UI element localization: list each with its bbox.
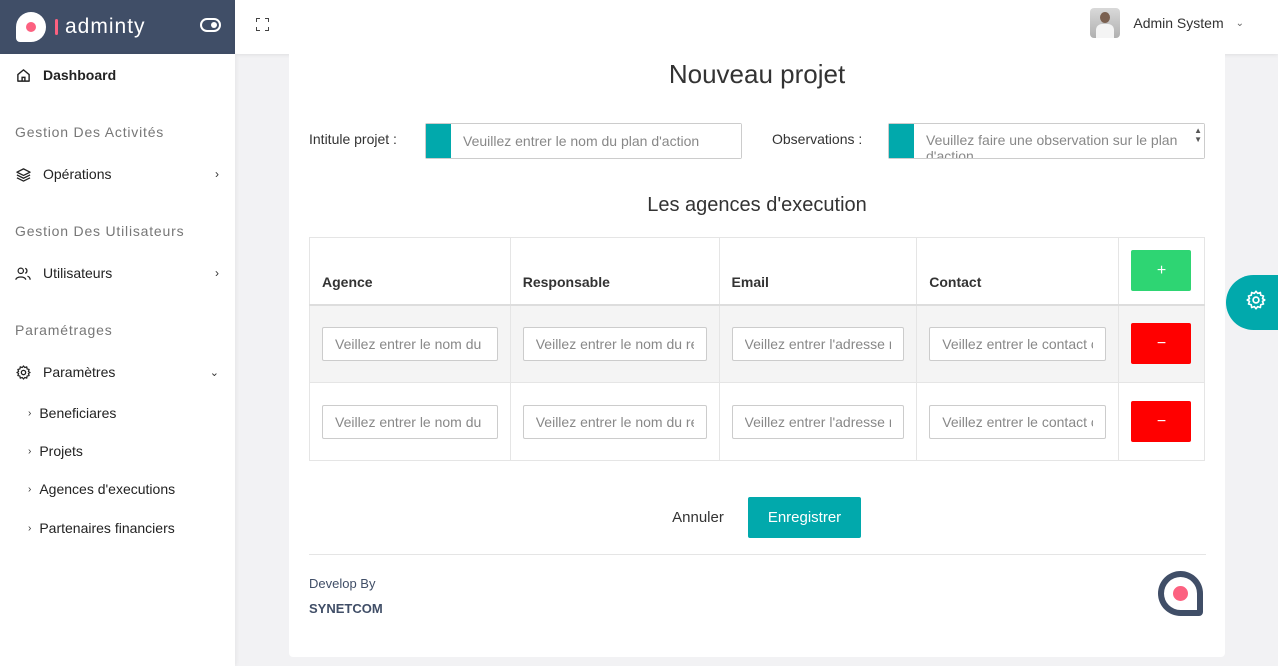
add-row-button[interactable]: + — [1131, 250, 1192, 292]
intitule-input-group — [425, 123, 742, 159]
brand-divider — [55, 19, 58, 35]
table-header-row: Agence Responsable Email Contact + — [309, 237, 1206, 305]
chevron-right-icon: › — [215, 266, 219, 280]
responsable-input[interactable] — [522, 326, 707, 361]
users-icon — [15, 265, 31, 281]
sidebar-item-label: Dashboard — [43, 67, 117, 83]
intitule-input[interactable] — [451, 124, 741, 158]
page-title: Nouveau projet — [668, 59, 846, 89]
chevron-right-icon: › — [28, 407, 32, 419]
avatar — [1090, 8, 1121, 38]
sidebar-item-dashboard[interactable]: Dashboard — [15, 67, 225, 83]
contact-input[interactable] — [929, 326, 1106, 361]
responsable-input[interactable] — [522, 404, 707, 439]
observations-textarea[interactable] — [914, 124, 1204, 158]
remove-row-button[interactable]: − — [1131, 323, 1192, 365]
gear-icon — [15, 364, 31, 380]
agencies-section-title: Les agences d'execution — [647, 194, 867, 216]
column-header-responsable: Responsable — [509, 237, 720, 305]
fullscreen-icon[interactable] — [256, 18, 269, 31]
sidebar-item-operations[interactable]: Opérations › — [15, 166, 225, 182]
brand-logo-icon — [16, 12, 46, 42]
remove-row-button[interactable]: − — [1131, 401, 1192, 442]
top-header: Admin System ⌄ — [235, 0, 1278, 54]
layers-icon — [15, 166, 31, 182]
user-menu[interactable]: Admin System ⌄ — [1090, 8, 1244, 38]
sidebar-subitem-label: Beneficiares — [39, 405, 117, 421]
home-icon — [15, 67, 31, 83]
agence-input[interactable] — [322, 404, 498, 439]
develop-by-label: Develop By — [309, 576, 376, 591]
gear-icon — [1246, 290, 1266, 315]
chevron-right-icon: › — [28, 522, 32, 534]
input-addon — [889, 124, 914, 158]
observations-label: Observations : — [772, 131, 863, 147]
cancel-button[interactable]: Annuler — [661, 497, 735, 538]
sidebar-toggle-icon[interactable] — [200, 18, 221, 32]
settings-fab[interactable] — [1226, 275, 1278, 330]
save-button[interactable]: Enregistrer — [748, 497, 861, 538]
sidebar-item-settings[interactable]: Paramètres ⌄ — [15, 364, 225, 380]
sidebar-subitem-beneficiares[interactable]: › Beneficiares — [28, 405, 116, 421]
sidebar-subitem-partenaires[interactable]: › Partenaires financiers — [28, 520, 175, 536]
footer-logo-icon — [1158, 571, 1203, 616]
table-row: − — [309, 382, 1206, 461]
sidebar: Dashboard Gestion Des Activités Opératio… — [0, 54, 235, 666]
observations-input-group: ▲▼ — [888, 123, 1205, 159]
agencies-table: Agence Responsable Email Contact + − — [309, 237, 1206, 461]
section-title-users: Gestion Des Utilisateurs — [15, 223, 185, 239]
column-header-contact: Contact — [916, 237, 1119, 305]
sidebar-subitem-label: Projets — [39, 443, 83, 459]
sidebar-subitem-projets[interactable]: › Projets — [28, 443, 83, 459]
project-form-card: Nouveau projet Intitule projet : Observa… — [289, 54, 1225, 657]
chevron-down-icon: ⌄ — [1235, 17, 1244, 29]
section-title-settings: Paramétrages — [15, 322, 113, 338]
email-input[interactable] — [731, 326, 905, 361]
sidebar-subitem-label: Partenaires financiers — [39, 520, 175, 536]
column-header-agence: Agence — [309, 237, 511, 305]
column-header-actions: + — [1117, 237, 1206, 305]
section-title-activities: Gestion Des Activités — [15, 124, 165, 140]
company-name: SYNETCOM — [309, 601, 383, 616]
user-name: Admin System — [1133, 15, 1224, 31]
sidebar-item-label: Utilisateurs — [43, 265, 113, 281]
column-header-email: Email — [718, 237, 918, 305]
sidebar-item-label: Opérations — [43, 166, 112, 182]
input-addon — [426, 124, 451, 158]
brand-name: adminty — [65, 15, 146, 38]
brand-bar: adminty — [0, 0, 235, 54]
chevron-right-icon: › — [215, 167, 219, 181]
sidebar-subitem-label: Agences d'executions — [39, 481, 176, 497]
email-input[interactable] — [731, 404, 905, 439]
footer-divider — [309, 554, 1206, 555]
table-row: − — [309, 304, 1206, 383]
contact-input[interactable] — [929, 404, 1106, 439]
chevron-down-icon: ⌄ — [209, 366, 219, 379]
spinner-icon[interactable]: ▲ ▼ — [1194, 126, 1202, 144]
sidebar-item-label: Paramètres — [43, 364, 116, 380]
chevron-right-icon: › — [28, 445, 32, 457]
chevron-right-icon: › — [28, 483, 32, 495]
sidebar-item-users[interactable]: Utilisateurs › — [15, 265, 225, 281]
intitule-label: Intitule projet : — [309, 131, 397, 147]
sidebar-subitem-agences[interactable]: › Agences d'executions — [28, 481, 175, 497]
agence-input[interactable] — [322, 326, 498, 361]
